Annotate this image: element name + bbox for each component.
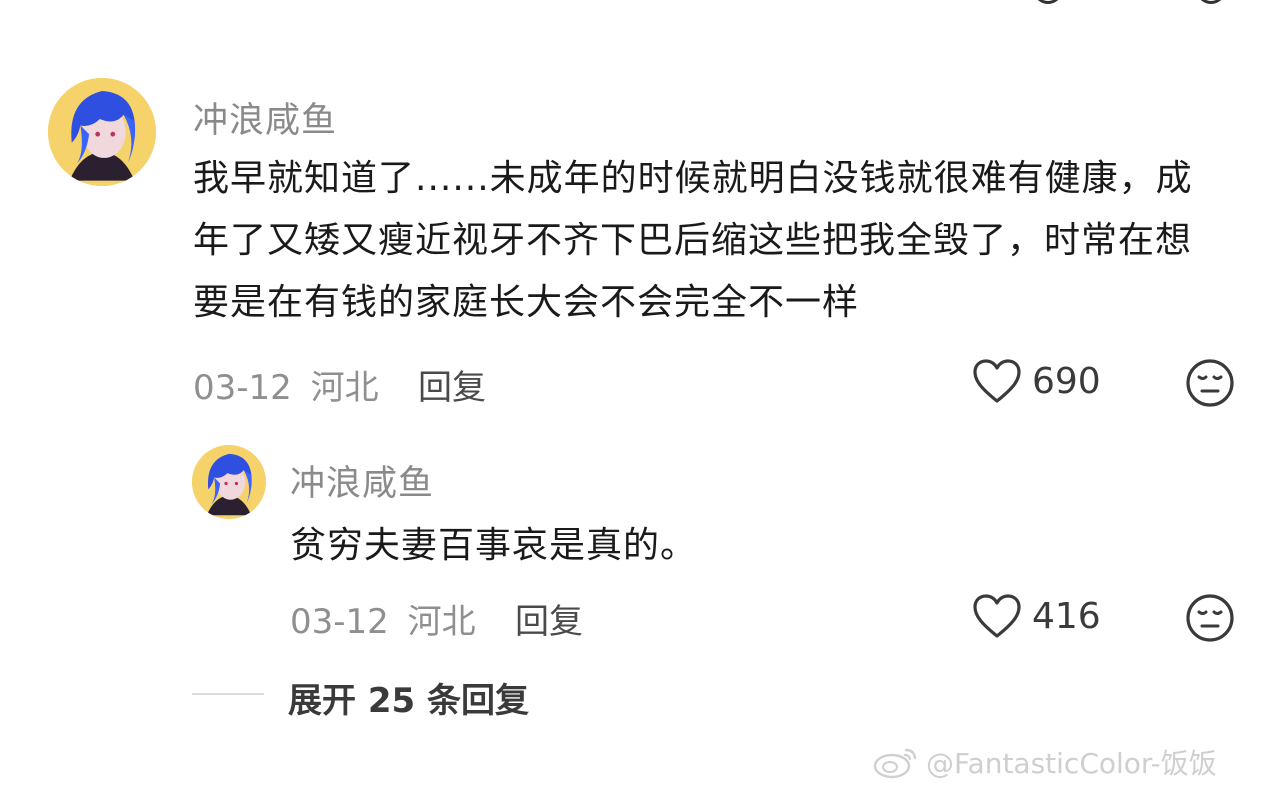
avatar-image — [48, 78, 156, 186]
previous-like-icon[interactable] — [1033, 0, 1063, 4]
watermark-text: @FantasticColor-饭饭 — [926, 747, 1217, 780]
heart-outline-icon — [973, 359, 1021, 403]
comment-text: 我早就知道了......未成年的时候就明白没钱就很难有健康，成年了又矮又瘦近视牙… — [193, 158, 1193, 323]
reply-dislike-button[interactable] — [1185, 593, 1235, 647]
reply-like-count: 416 — [1032, 595, 1101, 637]
comment-dislike-button[interactable] — [1185, 358, 1235, 412]
previous-dislike-icon[interactable] — [1196, 0, 1226, 4]
comment-location: 河北 — [310, 368, 379, 408]
weibo-logo-icon — [873, 748, 917, 779]
comment-meta: 03-12 河北 — [193, 360, 379, 409]
heart-outline-icon — [973, 594, 1021, 638]
reply-text: 贫穷夫妻百事哀是真的。 — [290, 525, 698, 566]
comment-like-button[interactable]: 690 — [972, 358, 1101, 404]
reply-location: 河北 — [407, 602, 476, 642]
reply-date: 03-12 — [290, 602, 389, 642]
expand-replies-button[interactable]: 展开 25 条回复 — [288, 673, 529, 722]
comment-like-count: 690 — [1032, 360, 1101, 402]
reply-avatar[interactable] — [192, 445, 266, 519]
reply-reply-button[interactable]: 回复 — [515, 594, 583, 643]
reply-like-button[interactable]: 416 — [972, 593, 1101, 639]
reply-meta: 03-12 河北 — [290, 594, 476, 643]
expand-divider — [192, 693, 264, 695]
neutral-face-icon — [1186, 359, 1234, 407]
comment-username[interactable]: 冲浪咸鱼 — [193, 92, 337, 143]
comment-date: 03-12 — [193, 368, 292, 408]
reply-username[interactable]: 冲浪咸鱼 — [290, 455, 434, 506]
neutral-face-icon — [1186, 594, 1234, 642]
avatar[interactable] — [48, 78, 156, 186]
reply-avatar-image — [192, 445, 266, 519]
watermark: @FantasticColor-饭饭 — [872, 742, 1217, 782]
comment-reply-button[interactable]: 回复 — [418, 360, 486, 409]
